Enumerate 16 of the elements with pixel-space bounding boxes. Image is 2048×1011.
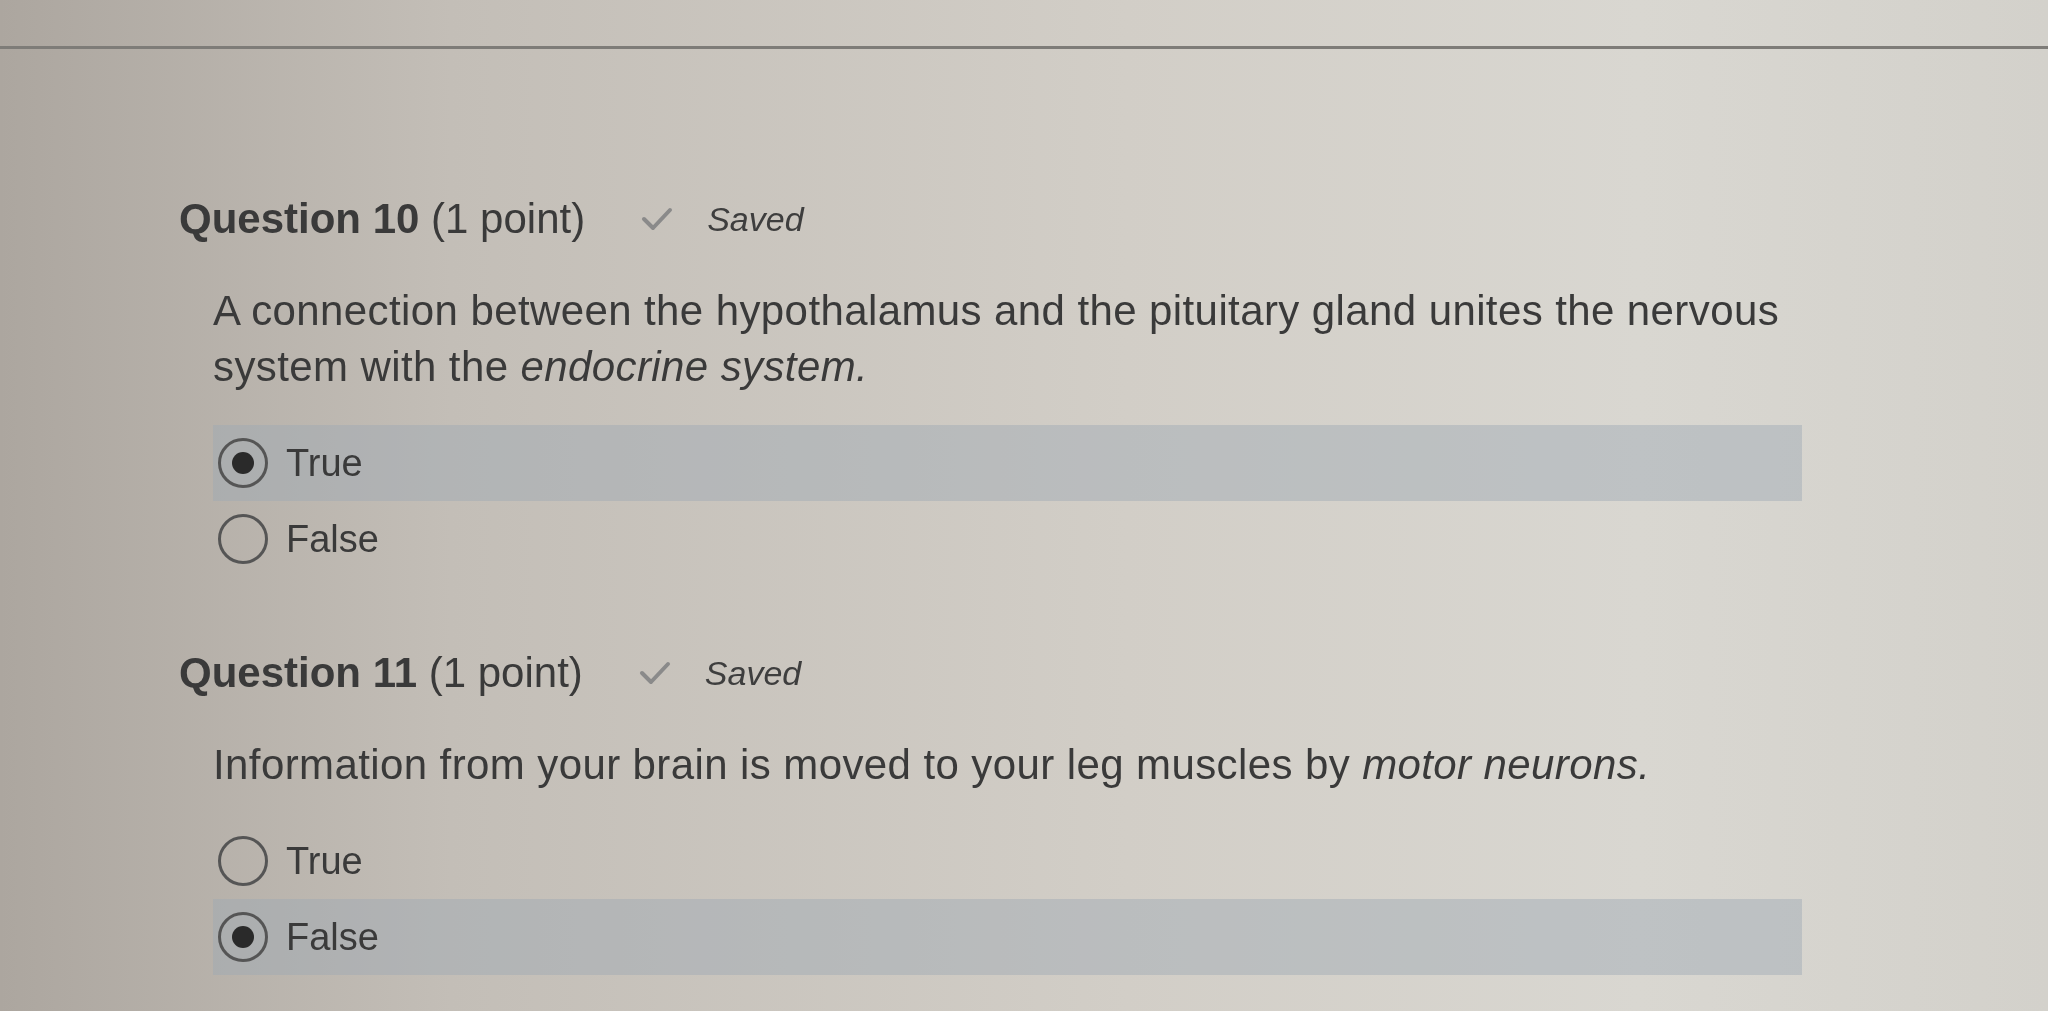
radio-button[interactable] [218,438,268,488]
answer-option[interactable]: True [213,425,1802,501]
question-title: Question 11 (1 point) [179,649,583,697]
radio-button[interactable] [218,836,268,886]
saved-status: Saved [704,653,802,693]
check-icon [641,207,674,231]
answer-option[interactable]: False [213,501,1802,577]
radio-button[interactable] [218,912,268,962]
radio-button[interactable] [218,514,268,564]
answer-option[interactable]: False [213,899,1802,975]
saved-status: Saved [707,199,804,239]
answer-option[interactable]: True [213,823,1802,899]
question-text: Information from your brain is moved to your leg muscles by motor neurons. [213,740,1652,790]
check-icon [638,661,671,685]
question-text: A connection between the hypothalamus and the pituitary gland unites the nervous system with the endocrine system. [213,286,1781,392]
question-title: Question 10 (1 point) [179,195,586,243]
